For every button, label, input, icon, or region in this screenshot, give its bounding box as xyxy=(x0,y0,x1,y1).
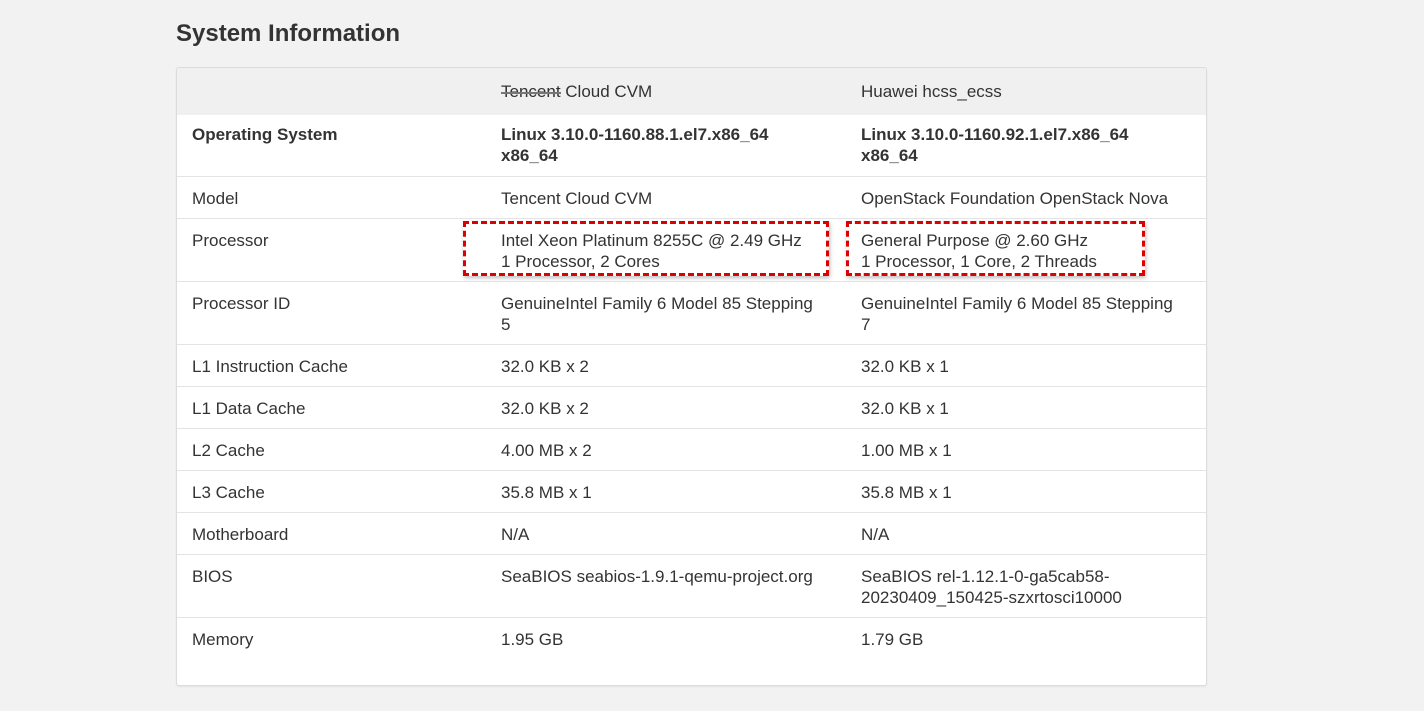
row-label: Motherboard xyxy=(177,512,486,555)
table-row-motherboard: Motherboard N/A N/A xyxy=(177,512,1206,555)
value-line: Linux 3.10.0-1160.88.1.el7.x86_64 xyxy=(501,125,769,144)
tencent-value: SeaBIOS seabios-1.9.1-qemu-project.org xyxy=(486,554,846,618)
redacted-text: Tencent xyxy=(501,82,561,101)
table-row-memory: Memory 1.95 GB 1.79 GB xyxy=(177,617,1206,675)
value-line: 1 Processor, 2 Cores xyxy=(501,252,660,271)
huawei-value: 32.0 KB x 1 xyxy=(846,344,1206,387)
huawei-value: Linux 3.10.0-1160.92.1.el7.x86_64 x86_64 xyxy=(846,115,1206,177)
tencent-value: 1.95 GB xyxy=(486,617,846,675)
row-label: L1 Instruction Cache xyxy=(177,344,486,387)
huawei-value: General Purpose @ 2.60 GHz 1 Processor, 1… xyxy=(846,218,1206,282)
system-info-card: Tencent Cloud CVM Huawei hcss_ecss Opera… xyxy=(176,67,1207,686)
row-label: Model xyxy=(177,176,486,219)
tencent-value: GenuineIntel Family 6 Model 85 Stepping 5 xyxy=(486,281,846,345)
table-row-l1-instruction-cache: L1 Instruction Cache 32.0 KB x 2 32.0 KB… xyxy=(177,344,1206,387)
row-label: L3 Cache xyxy=(177,470,486,513)
table-row-l3-cache: L3 Cache 35.8 MB x 1 35.8 MB x 1 xyxy=(177,470,1206,513)
value-line: 35.8 MB x 1 xyxy=(861,483,952,502)
row-label: Processor ID xyxy=(177,281,486,345)
header-label-column xyxy=(177,68,486,115)
value-line: Linux 3.10.0-1160.92.1.el7.x86_64 xyxy=(861,125,1129,144)
value-line: 20230409_150425-szxrtosci10000 xyxy=(861,588,1122,607)
value-line: SeaBIOS rel-1.12.1-0-ga5cab58- xyxy=(861,567,1110,586)
value-line: 32.0 KB x 1 xyxy=(861,357,949,376)
huawei-value: 35.8 MB x 1 xyxy=(846,470,1206,513)
value-line: General Purpose @ 2.60 GHz xyxy=(861,231,1089,250)
table-row-bios: BIOS SeaBIOS seabios-1.9.1-qemu-project.… xyxy=(177,554,1206,618)
system-info-table: Tencent Cloud CVM Huawei hcss_ecss Opera… xyxy=(177,68,1206,675)
row-label: Memory xyxy=(177,617,486,675)
value-line: Tencent Cloud CVM xyxy=(501,189,653,208)
huawei-value: N/A xyxy=(846,512,1206,555)
table-header-row: Tencent Cloud CVM Huawei hcss_ecss xyxy=(177,68,1206,115)
value-line: 35.8 MB x 1 xyxy=(501,483,592,502)
huawei-value: 32.0 KB x 1 xyxy=(846,386,1206,429)
huawei-value: 1.79 GB xyxy=(846,617,1206,675)
header-tencent-column: Tencent Cloud CVM xyxy=(486,68,846,115)
huawei-value: GenuineIntel Family 6 Model 85 Stepping 7 xyxy=(846,281,1206,345)
header-huawei-column: Huawei hcss_ecss xyxy=(846,68,1206,115)
tencent-value: Linux 3.10.0-1160.88.1.el7.x86_64 x86_64 xyxy=(486,115,846,177)
tencent-value: 4.00 MB x 2 xyxy=(486,428,846,471)
tencent-value: 35.8 MB x 1 xyxy=(486,470,846,513)
value-line: 1.95 GB xyxy=(501,630,564,649)
table-row-l2-cache: L2 Cache 4.00 MB x 2 1.00 MB x 1 xyxy=(177,428,1206,471)
row-label: L1 Data Cache xyxy=(177,386,486,429)
table-row-l1-data-cache: L1 Data Cache 32.0 KB x 2 32.0 KB x 1 xyxy=(177,386,1206,429)
page-title: System Information xyxy=(176,20,401,47)
tencent-value: Intel Xeon Platinum 8255C @ 2.49 GHz 1 Pr… xyxy=(486,218,846,282)
value-line: 1.79 GB xyxy=(861,630,924,649)
value-line: 4.00 MB x 2 xyxy=(501,441,592,460)
huawei-value: 1.00 MB x 1 xyxy=(846,428,1206,471)
value-line: N/A xyxy=(861,525,890,544)
value-line: 5 xyxy=(501,315,511,334)
huawei-value: OpenStack Foundation OpenStack Nova xyxy=(846,176,1206,219)
row-label: Operating System xyxy=(192,125,338,144)
value-line: SeaBIOS seabios-1.9.1-qemu-project.org xyxy=(501,567,813,586)
table-row-processor-id: Processor ID GenuineIntel Family 6 Model… xyxy=(177,281,1206,345)
tencent-value: N/A xyxy=(486,512,846,555)
value-line: 1.00 MB x 1 xyxy=(861,441,952,460)
tencent-value: Tencent Cloud CVM xyxy=(486,176,846,219)
value-line: N/A xyxy=(501,525,530,544)
value-line: 32.0 KB x 2 xyxy=(501,399,589,418)
table-row-processor: Processor Intel Xeon Platinum 8255C @ 2.… xyxy=(177,218,1206,282)
row-label: Processor xyxy=(177,218,486,282)
header-tencent-label: Cloud CVM xyxy=(560,82,653,101)
table-row-operating-system: Operating System Linux 3.10.0-1160.88.1.… xyxy=(177,115,1206,177)
row-label: BIOS xyxy=(177,554,486,618)
value-line: 32.0 KB x 2 xyxy=(501,357,589,376)
tencent-value: 32.0 KB x 2 xyxy=(486,386,846,429)
value-line: 7 xyxy=(861,315,871,334)
huawei-value: SeaBIOS rel-1.12.1-0-ga5cab58- 20230409_1… xyxy=(846,554,1206,618)
value-line: Intel Xeon Platinum 8255C @ 2.49 GHz xyxy=(501,231,802,250)
value-line: 32.0 KB x 1 xyxy=(861,399,949,418)
value-line: GenuineIntel Family 6 Model 85 Stepping xyxy=(501,294,813,313)
tencent-value: 32.0 KB x 2 xyxy=(486,344,846,387)
row-label: L2 Cache xyxy=(177,428,486,471)
value-line: GenuineIntel Family 6 Model 85 Stepping xyxy=(861,294,1173,313)
value-line: 1 Processor, 1 Core, 2 Threads xyxy=(861,252,1097,271)
value-line: x86_64 xyxy=(861,146,918,165)
value-line: x86_64 xyxy=(501,146,558,165)
table-row-model: Model Tencent Cloud CVM OpenStack Founda… xyxy=(177,176,1206,219)
value-line: OpenStack Foundation OpenStack Nova xyxy=(861,189,1169,208)
